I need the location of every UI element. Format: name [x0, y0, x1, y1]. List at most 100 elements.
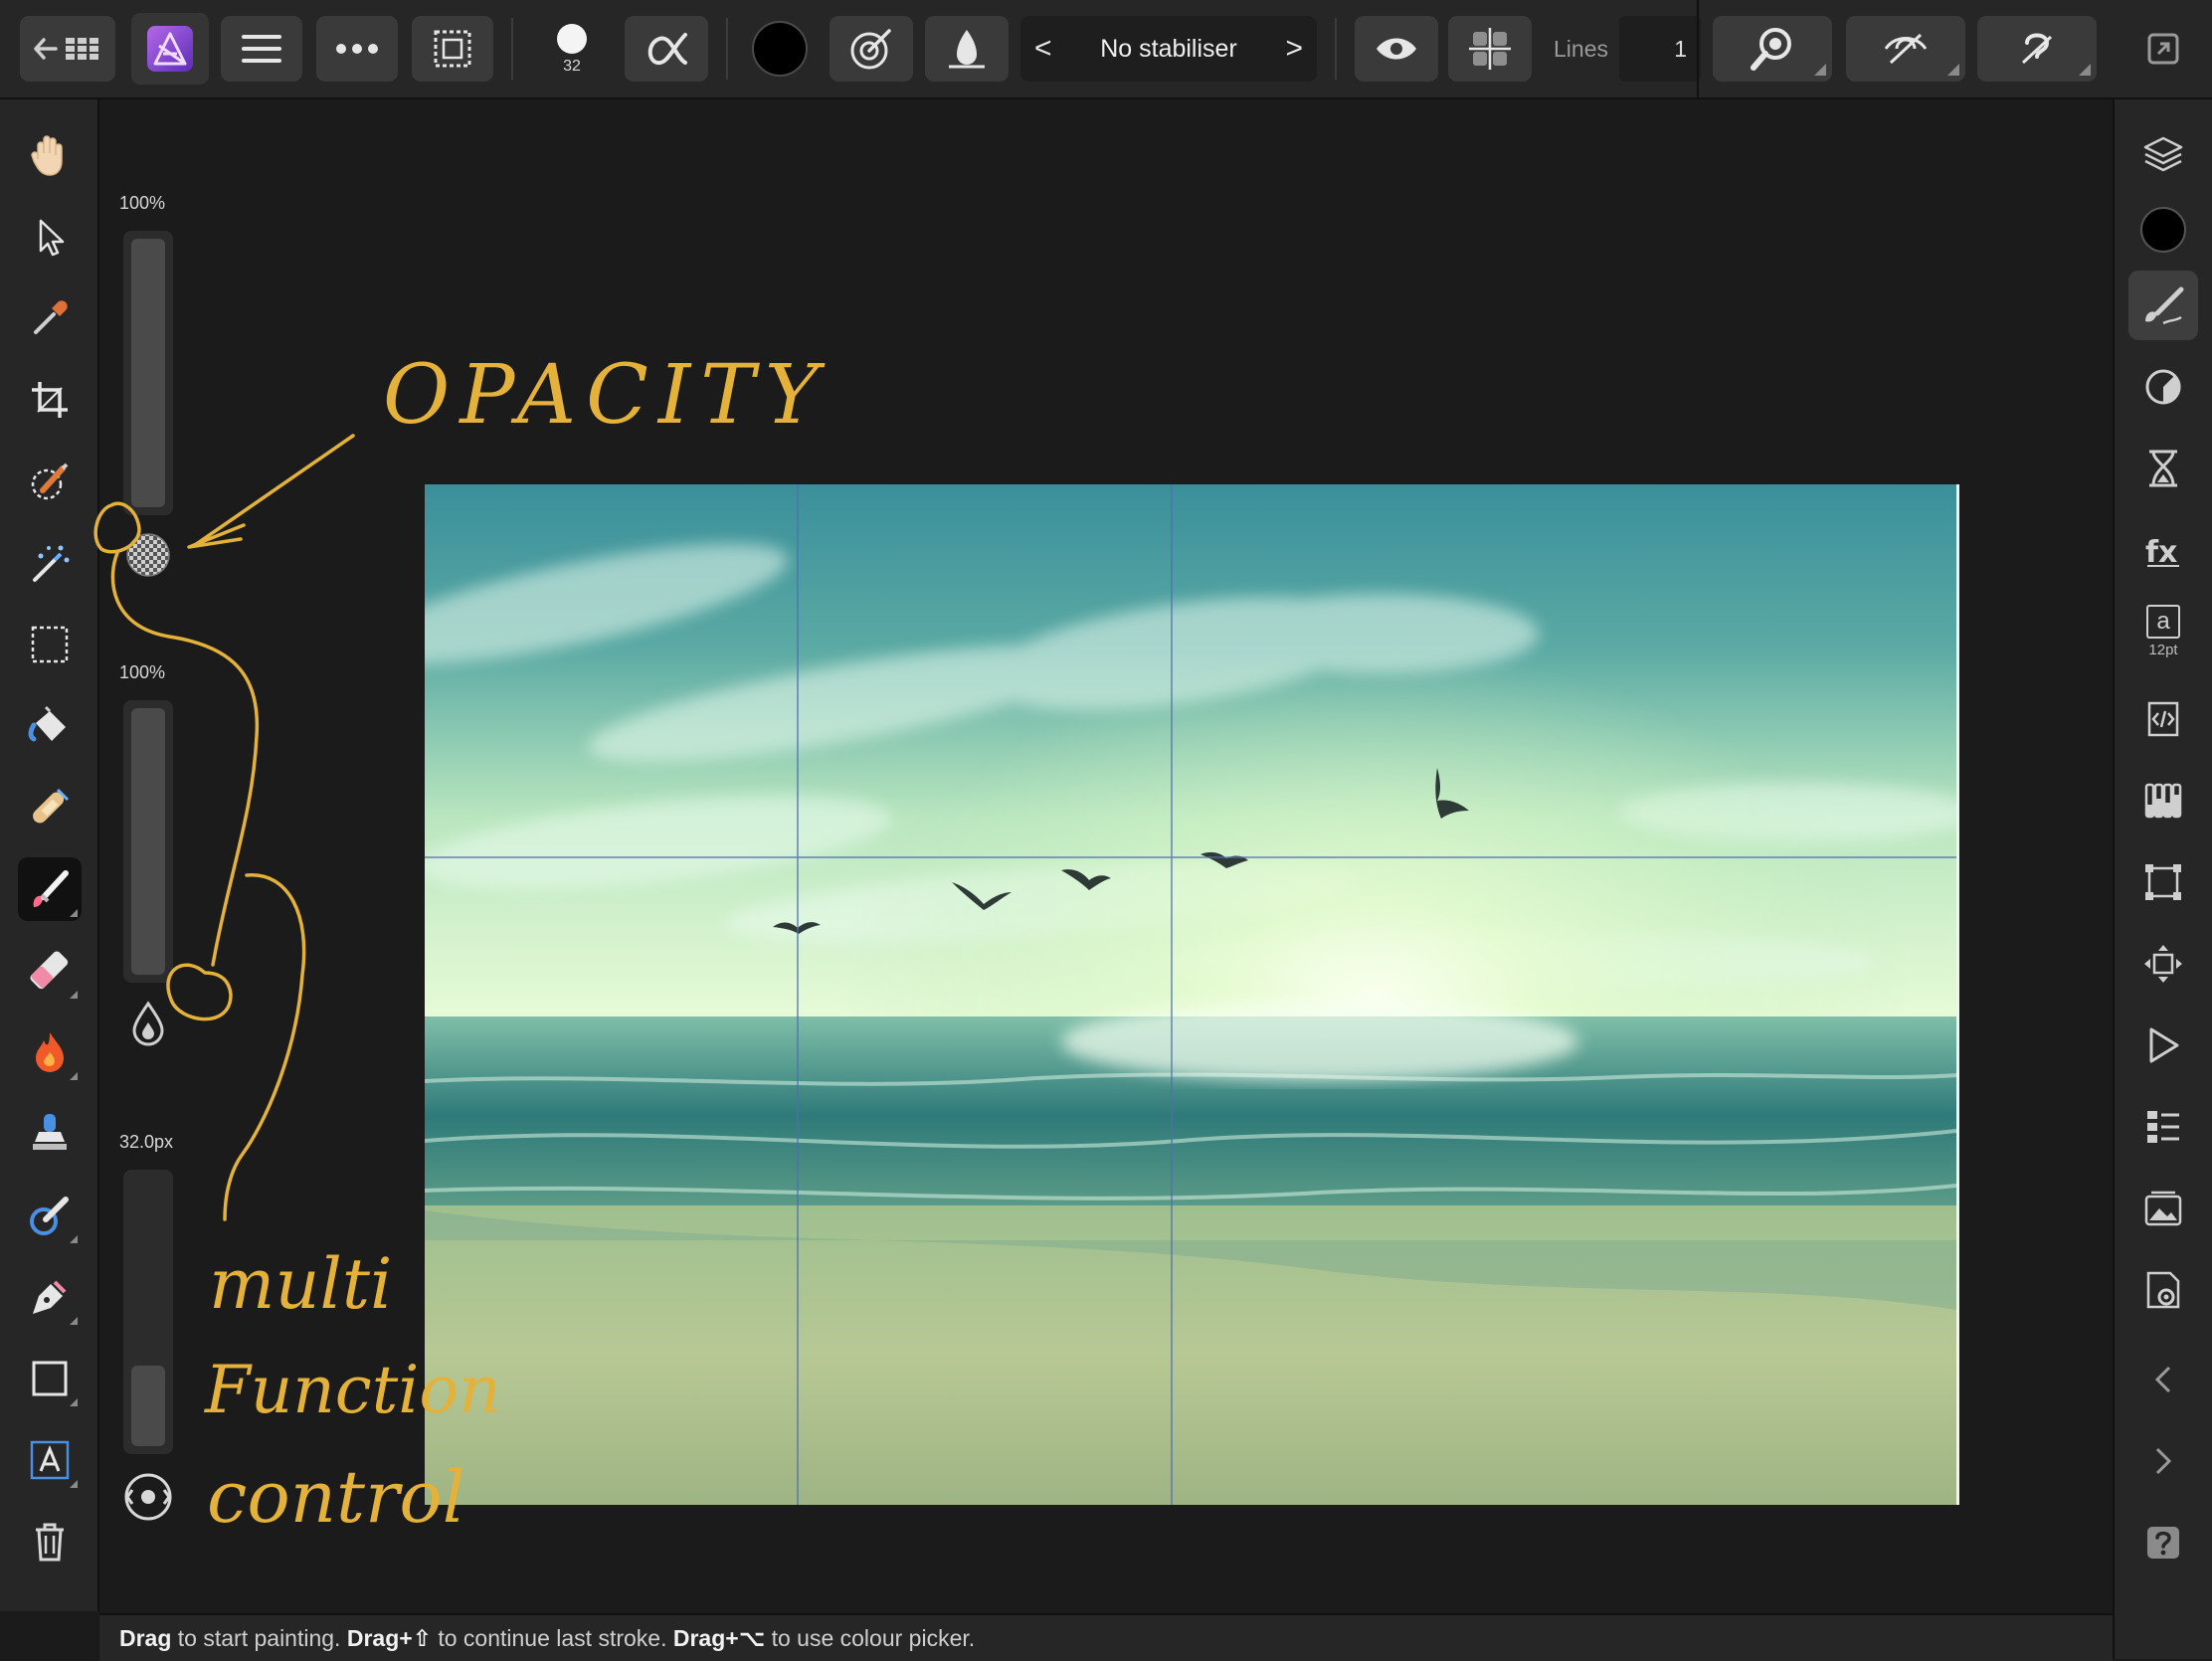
primary-colour-button[interactable] [744, 16, 816, 82]
ink-button[interactable] [925, 16, 1009, 82]
zoom-button[interactable] [1713, 16, 1832, 82]
stabiliser-selector[interactable]: < No stabiliser > [1020, 16, 1317, 82]
opacity-icon[interactable] [125, 532, 171, 578]
flow-slider[interactable] [123, 700, 173, 983]
source-studio-button[interactable] [2128, 684, 2198, 754]
document-canvas[interactable] [425, 484, 1959, 1505]
brushes-studio-button[interactable] [2128, 271, 2198, 340]
alpha-icon [647, 33, 687, 66]
flow-icon[interactable] [129, 1001, 167, 1046]
delete-button[interactable] [18, 1510, 82, 1573]
toolbar-separator [1697, 0, 1699, 97]
opacity-value: 100% [119, 193, 166, 213]
persona-button[interactable] [131, 13, 209, 85]
brush-size-icon [557, 24, 587, 54]
flood-select-tool[interactable] [18, 531, 82, 595]
view-mode-button[interactable] [1846, 16, 1965, 82]
colour-studio-button[interactable] [2128, 195, 2198, 265]
menu-button[interactable] [221, 16, 302, 82]
assistant-button[interactable] [1977, 16, 2097, 82]
rectangle-tool[interactable] [18, 1347, 82, 1410]
selection-brush-icon [31, 462, 69, 500]
transform-icon [2145, 864, 2181, 900]
paint-brush-tool[interactable] [18, 857, 82, 921]
collapse-left-button[interactable] [2128, 1345, 2198, 1414]
channels-studio-button[interactable] [2128, 766, 2198, 835]
marquee-tool[interactable] [18, 613, 82, 676]
flood-fill-tool[interactable] [18, 694, 82, 758]
tool-group-indicator [70, 991, 78, 999]
fullscreen-button[interactable] [2136, 16, 2190, 82]
pointer-icon [39, 219, 65, 257]
hide-ui-button[interactable] [1355, 16, 1438, 82]
healing-brush-tool[interactable] [18, 776, 82, 839]
magic-wand-icon [33, 545, 70, 582]
selection-button[interactable] [412, 16, 493, 82]
opacity-arrow-head [187, 523, 246, 549]
multi-function-control-icon[interactable] [123, 1472, 173, 1522]
fx-icon: fx [2145, 535, 2179, 568]
wet-edges-button[interactable] [830, 16, 913, 82]
erase-brush-tool[interactable] [18, 939, 82, 1003]
burn-tool[interactable] [18, 1020, 82, 1084]
crop-tool[interactable] [18, 368, 82, 432]
tool-group-indicator [70, 1480, 78, 1488]
transform-studio-button[interactable] [2128, 847, 2198, 917]
opacity-note: OPACITY [383, 348, 829, 443]
stock-studio-button[interactable] [2128, 1092, 2198, 1162]
text-tool[interactable] [18, 1428, 82, 1492]
healing-brush-icon [33, 788, 70, 824]
history-studio-button[interactable] [2128, 434, 2198, 503]
width-value: 32.0px [119, 1132, 174, 1152]
hand-tool[interactable] [18, 123, 82, 187]
stabiliser-next-button[interactable]: > [1285, 32, 1303, 66]
burn-icon [36, 1032, 64, 1072]
move-tool[interactable] [18, 205, 82, 269]
selection-brush-tool[interactable] [18, 450, 82, 513]
toolbar-separator [511, 18, 513, 80]
symmetry-button[interactable] [1448, 16, 1532, 82]
navigator-icon [2144, 945, 2182, 983]
brush-size-button[interactable]: 32 [527, 16, 617, 82]
stabiliser-prev-button[interactable]: < [1034, 32, 1052, 66]
colour-picker-tool[interactable] [18, 286, 82, 350]
collapse-right-button[interactable] [2128, 1426, 2198, 1496]
text-styles-studio-button[interactable]: a 12pt [2128, 597, 2198, 666]
smudge-icon [30, 1197, 69, 1235]
brushes-icon [2145, 286, 2184, 325]
lines-field[interactable]: 1 [1619, 16, 1701, 82]
collapse-right-icon [2155, 1447, 2172, 1475]
back-button[interactable] [20, 16, 115, 82]
history-icon [2149, 450, 2177, 487]
macro-studio-button[interactable] [2128, 1011, 2198, 1080]
layers-studio-button[interactable] [2128, 119, 2198, 189]
settings-studio-button[interactable] [2128, 1255, 2198, 1325]
status-drag-option: Drag+⌥ [672, 1625, 766, 1651]
play-icon [2149, 1027, 2179, 1063]
toolbar-separator [1335, 18, 1337, 80]
opacity-slider[interactable] [123, 231, 173, 515]
help-icon [2147, 1527, 2179, 1559]
fullscreen-icon [2147, 33, 2179, 65]
flow-circle [166, 963, 233, 1021]
stabiliser-value: No stabiliser [1100, 34, 1237, 63]
status-text-part: to start painting. [171, 1625, 347, 1651]
status-drag: Drag [119, 1625, 172, 1651]
snapshots-studio-button[interactable] [2128, 1174, 2198, 1243]
help-button[interactable] [2128, 1508, 2198, 1577]
alpha-button[interactable] [625, 16, 708, 82]
navigator-studio-button[interactable] [2128, 929, 2198, 999]
opacity-slider-fill [131, 239, 165, 507]
adjustments-icon [2145, 369, 2181, 405]
pen-icon [33, 1280, 67, 1314]
width-slider[interactable] [123, 1170, 173, 1454]
more-button[interactable] [316, 16, 398, 82]
adjustments-studio-button[interactable] [2128, 352, 2198, 422]
hand-icon [31, 135, 63, 176]
fx-studio-button[interactable]: fx [2128, 515, 2198, 585]
smudge-tool[interactable] [18, 1184, 82, 1247]
lines-value: 1 [1674, 36, 1687, 62]
clone-brush-tool[interactable] [18, 1102, 82, 1166]
menu-icon [242, 35, 281, 63]
pen-tool[interactable] [18, 1265, 82, 1329]
